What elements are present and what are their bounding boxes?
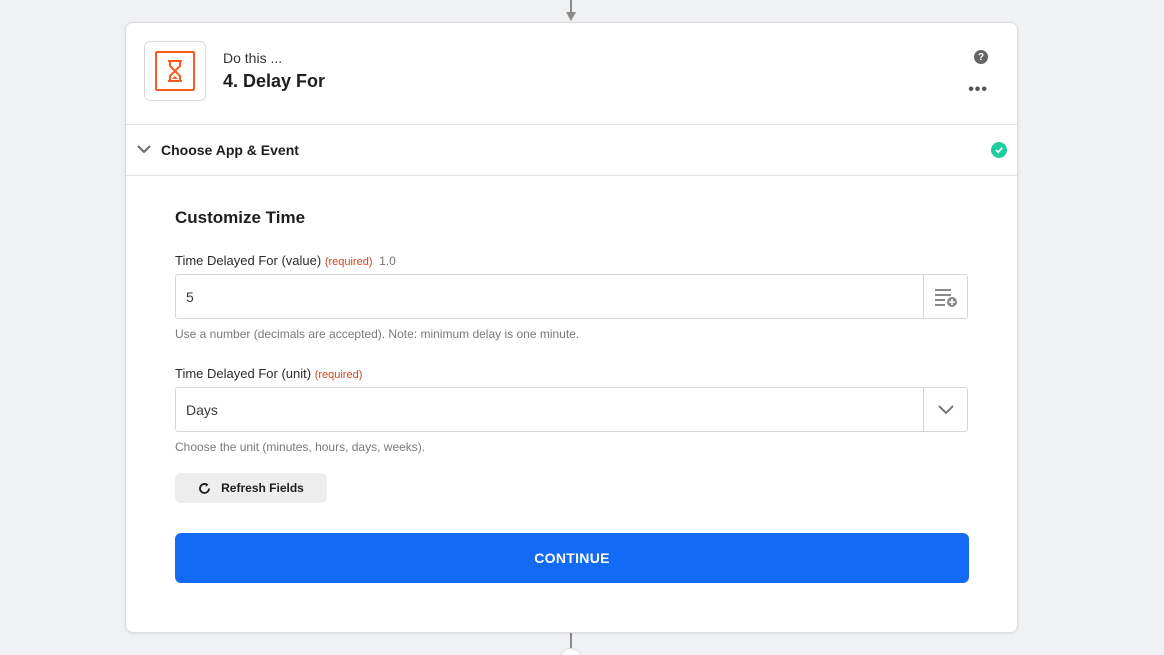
step-title[interactable]: 4. Delay For [223,71,325,92]
refresh-fields-label: Refresh Fields [221,481,304,495]
field-label-text: Time Delayed For (value) [175,253,322,268]
delay-value-text: 5 [186,289,194,305]
field-label-text: Time Delayed For (unit) [175,366,312,381]
step-overline: Do this ... [223,50,283,66]
section-label: Choose App & Event [161,142,299,158]
delay-value-input[interactable]: 5 [175,274,968,319]
app-icon-container[interactable] [144,41,206,101]
form-title: Customize Time [175,208,306,227]
step-card: Do this ... 4. Delay For ? ••• Choose Ap… [125,22,1018,633]
question-circle-icon[interactable]: ? [974,50,988,64]
field-label-unit: Time Delayed For (unit) (required) [175,366,362,381]
add-step-button[interactable] [559,648,583,655]
check-circle-icon [991,142,1007,158]
choose-app-event-section[interactable]: Choose App & Event [126,125,1017,176]
chevron-down-icon [937,404,954,414]
required-tag: (required) [324,256,373,268]
refresh-icon [199,482,211,494]
continue-button[interactable]: CONTINUE [175,533,969,583]
dropdown-toggle[interactable] [923,388,967,431]
step-header: Do this ... 4. Delay For ? ••• [126,23,1017,125]
delay-unit-select[interactable]: Days [175,387,968,432]
delay-unit-value: Days [186,402,218,418]
required-tag: (required) [314,369,363,381]
unit-help-text: Choose the unit (minutes, hours, days, w… [175,440,426,454]
hourglass-icon [155,51,195,91]
field-label-value: Time Delayed For (value) (required) 1.0 [175,253,396,268]
connector-arrow-icon [566,12,576,21]
chevron-down-icon [137,145,151,154]
insert-data-button[interactable] [923,275,967,318]
version-tag: 1.0 [379,254,396,268]
value-help-text: Use a number (decimals are accepted). No… [175,327,580,341]
insert-data-icon [934,288,957,307]
refresh-fields-button[interactable]: Refresh Fields [175,473,327,503]
zap-editor-canvas: Do this ... 4. Delay For ? ••• Choose Ap… [0,0,1164,655]
more-horizontal-icon[interactable]: ••• [968,81,988,99]
